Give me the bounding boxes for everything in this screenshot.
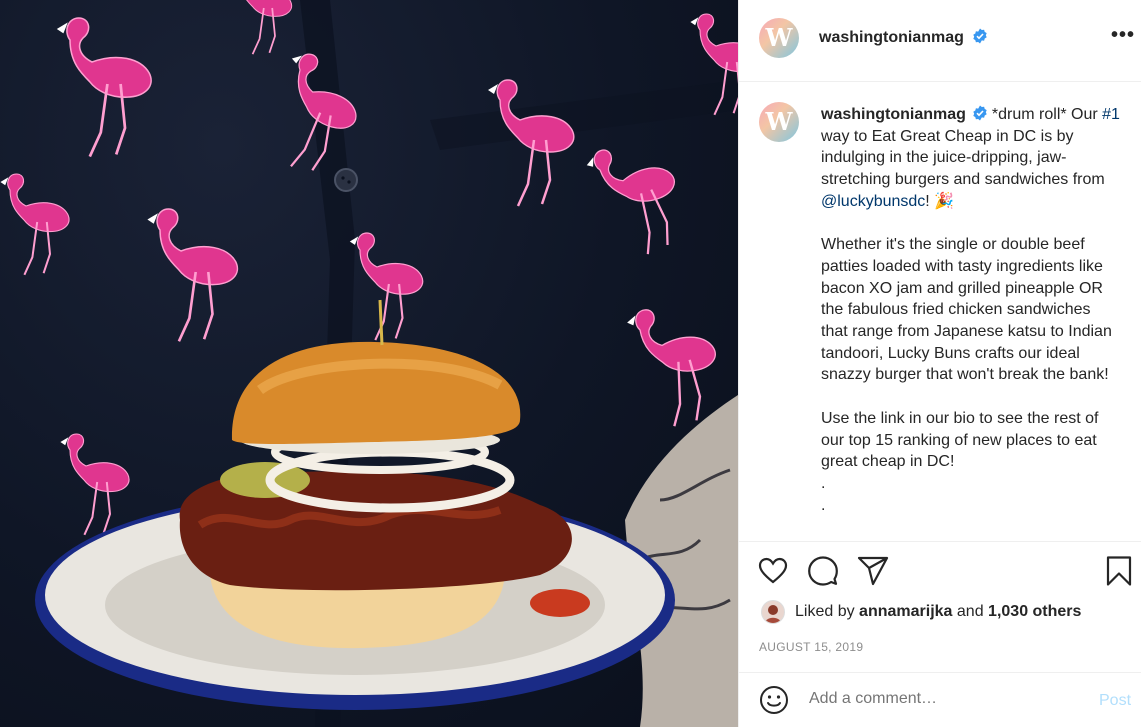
- mention-link[interactable]: @luckybunsdc: [821, 193, 925, 210]
- share-icon[interactable]: [857, 555, 889, 587]
- heart-icon[interactable]: [757, 555, 789, 587]
- liked-by-prefix: Liked by: [795, 603, 855, 621]
- post-details-panel: W washingtonianmag ••• W washingtonianma…: [738, 0, 1141, 727]
- comment-icon[interactable]: [807, 555, 839, 587]
- likes-others-link[interactable]: 1,030 others: [988, 603, 1081, 620]
- caption-avatar-letter: W: [765, 107, 793, 136]
- caption-intro-end: ! 🎉: [925, 192, 955, 210]
- caption-text: washingtonianmag *drum roll* Our #1 way …: [821, 104, 1121, 516]
- caption-section: W washingtonianmag *drum roll* Our #1 wa…: [739, 82, 1141, 542]
- comment-bar: Post: [739, 672, 1141, 727]
- emoji-icon[interactable]: [759, 685, 789, 715]
- burger-photo-illustration: [0, 0, 738, 727]
- action-bar: [739, 555, 1141, 591]
- caption-paragraph-1: washingtonianmag *drum roll* Our #1 way …: [821, 104, 1121, 213]
- caption-intro-start: *drum roll* Our: [991, 106, 1103, 123]
- hashtag-link[interactable]: #1: [1102, 106, 1120, 123]
- post-photo[interactable]: [0, 0, 738, 727]
- caption-username[interactable]: washingtonianmag: [821, 106, 966, 123]
- liker-avatar-image: [765, 605, 781, 623]
- caption-dot-2: .: [821, 496, 826, 514]
- liker-avatar[interactable]: [761, 600, 785, 624]
- caption-intro-mid: way to Eat Great Cheap in DC is by indul…: [821, 127, 1105, 189]
- caption-paragraph-3: Use the link in our bio to see the rest …: [821, 409, 1099, 471]
- post-comment-button[interactable]: Post: [1099, 692, 1131, 710]
- comment-input[interactable]: [809, 690, 1079, 708]
- caption-dot-1: .: [821, 474, 826, 492]
- verified-badge-icon: [973, 105, 987, 121]
- bookmark-icon[interactable]: [1103, 555, 1135, 587]
- more-options-button[interactable]: •••: [1111, 25, 1134, 48]
- liker-username[interactable]: annamarijka: [859, 603, 952, 620]
- verified-badge-icon: [973, 28, 988, 44]
- header-user: washingtonianmag: [819, 28, 988, 47]
- caption-avatar[interactable]: W: [759, 102, 799, 142]
- post-date[interactable]: AUGUST 15, 2019: [759, 640, 863, 654]
- avatar-letter: W: [765, 23, 793, 52]
- post-header: W washingtonianmag •••: [739, 0, 1141, 82]
- header-username[interactable]: washingtonianmag: [819, 29, 964, 46]
- likes-summary: Liked by annamarijka and 1,030 others: [761, 600, 1081, 628]
- liked-by-conj: and: [956, 603, 984, 621]
- avatar[interactable]: W: [759, 18, 799, 58]
- caption-paragraph-2: Whether it's the single or double beef p…: [821, 236, 1112, 384]
